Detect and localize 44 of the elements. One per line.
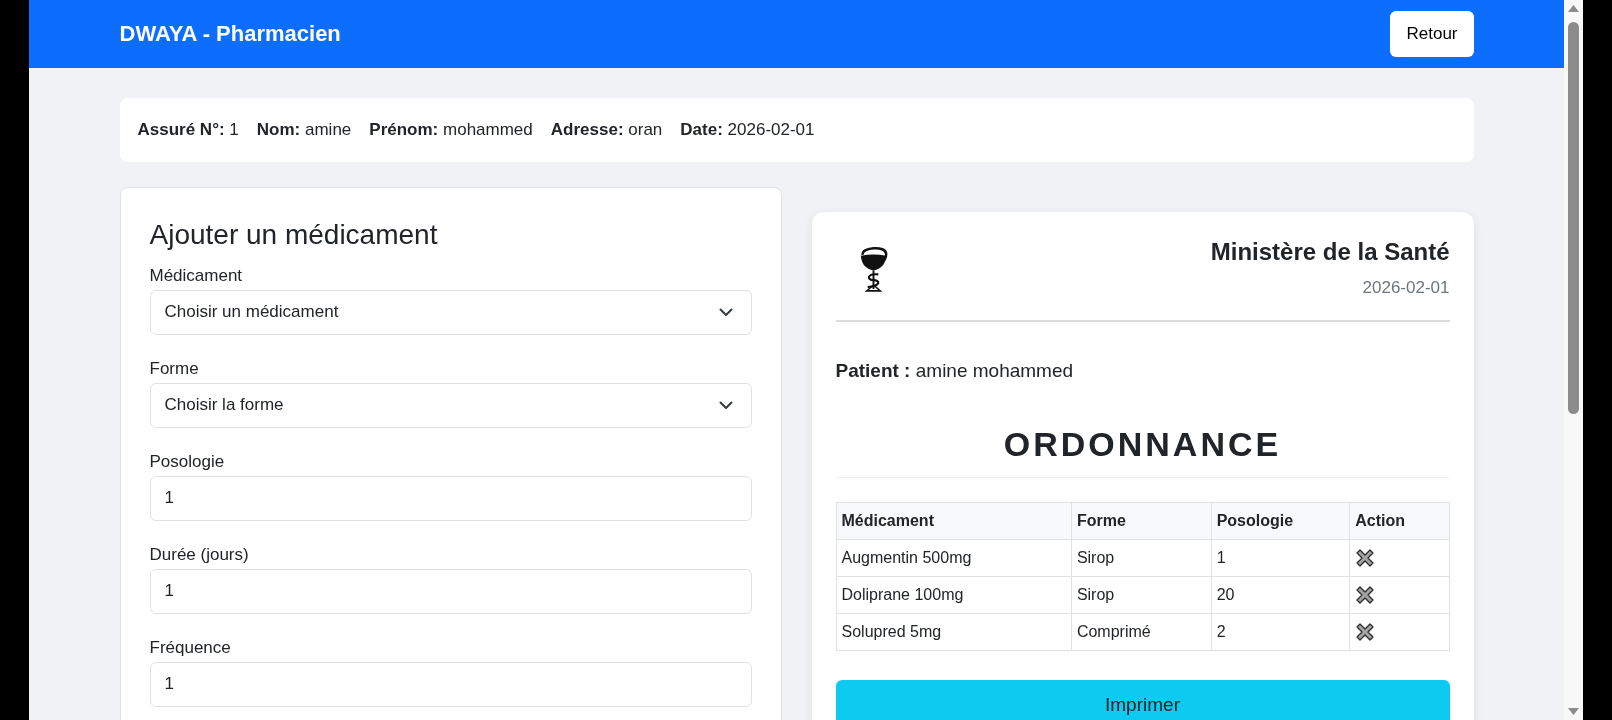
field-label: Durée (jours) <box>149 543 250 566</box>
select-field[interactable]: Choisir un médicament <box>149 289 752 335</box>
app-title: DWAYA - Pharmacien <box>119 21 341 47</box>
table-cell: 20 <box>1211 576 1350 614</box>
table-cell: Solupred 5mg <box>836 613 1072 651</box>
info-item: Assuré N°: 1 <box>137 120 239 140</box>
print-button[interactable]: Imprimer <box>835 680 1450 720</box>
scroll-down-arrow-icon[interactable] <box>1568 708 1579 715</box>
column-header: Médicament <box>836 502 1072 540</box>
field-label: Forme <box>149 357 200 380</box>
table-cell: Sirop <box>1071 539 1212 577</box>
info-item: Nom: amine <box>256 120 352 140</box>
info-item: Adresse: oran <box>550 120 663 140</box>
info-item: Prénom: mohammed <box>369 120 533 140</box>
column-header: Action <box>1349 502 1449 540</box>
input-field[interactable]: 1 <box>149 568 752 614</box>
scroll-up-arrow-icon[interactable] <box>1568 5 1579 12</box>
field-label: Posologie <box>149 450 226 473</box>
column-header: Posologie <box>1211 502 1350 540</box>
chevron-down-icon <box>718 400 733 410</box>
cross-icon[interactable] <box>1355 548 1376 568</box>
field-label: Fréquence <box>149 636 232 659</box>
cross-icon[interactable] <box>1355 585 1376 605</box>
input-field[interactable]: 1 <box>149 661 752 707</box>
back-button[interactable]: Retour <box>1390 11 1474 57</box>
info-item: Date: 2026-02-01 <box>680 120 815 140</box>
prescription-date: 2026-02-01 <box>1361 277 1450 299</box>
ministry-title: Ministère de la Santé <box>1210 237 1450 267</box>
chevron-down-icon <box>718 307 733 317</box>
table-cell: 1 <box>1211 539 1350 577</box>
prescription-title: ORDONNANCE <box>1003 425 1282 463</box>
form-title: Ajouter un médicament <box>149 218 439 252</box>
patient-line: Patient : amine mohammed <box>835 359 1075 383</box>
table-cell: Sirop <box>1071 576 1212 614</box>
field-label: Médicament <box>149 264 244 287</box>
column-header: Forme <box>1071 502 1212 540</box>
select-field[interactable]: Choisir la forme <box>149 382 752 428</box>
scrollbar-thumb[interactable] <box>1568 22 1579 414</box>
table-cell: 2 <box>1211 613 1350 651</box>
table-cell: Comprimé <box>1071 613 1212 651</box>
table-cell: Doliprane 100mg <box>836 576 1072 614</box>
table-cell: Augmentin 500mg <box>836 539 1072 577</box>
input-field[interactable]: 1 <box>149 475 752 521</box>
cross-icon[interactable] <box>1355 622 1376 642</box>
